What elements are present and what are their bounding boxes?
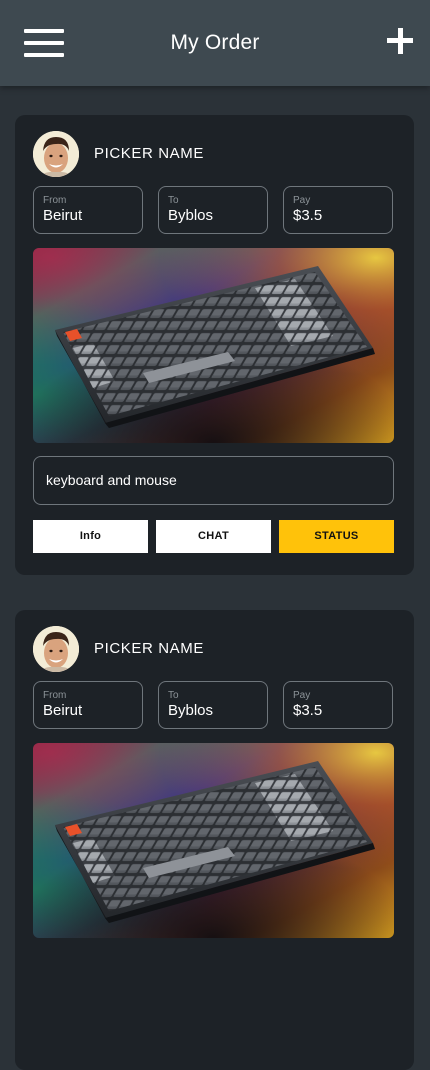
order-description-field[interactable]: keyboard and mouse <box>33 456 394 505</box>
picker-name: PICKER NAME <box>94 640 204 657</box>
from-field[interactable]: From Beirut <box>33 681 143 729</box>
chat-button[interactable]: CHAT <box>156 520 271 553</box>
from-label: From <box>43 690 67 701</box>
from-value: Beirut <box>43 207 83 224</box>
pay-label: Pay <box>293 195 311 206</box>
pay-value: $3.5 <box>293 207 323 224</box>
pay-field[interactable]: Pay $3.5 <box>283 186 393 234</box>
from-field[interactable]: From Beirut <box>33 186 143 234</box>
to-field[interactable]: To Byblos <box>158 186 268 234</box>
from-label: From <box>43 195 67 206</box>
to-field[interactable]: To Byblos <box>158 681 268 729</box>
picker-avatar <box>33 131 79 177</box>
status-button[interactable]: STATUS <box>279 520 394 553</box>
pay-field[interactable]: Pay $3.5 <box>283 681 393 729</box>
order-card: PICKER NAME From Beirut To Byblos Pay $3… <box>15 115 414 575</box>
order-card: PICKER NAME From Beirut To Byblos Pay $3… <box>15 610 414 1070</box>
to-label: To <box>168 690 179 701</box>
product-image <box>33 743 394 938</box>
pay-label: Pay <box>293 690 311 701</box>
info-button[interactable]: Info <box>33 520 148 553</box>
page-title: My Order <box>170 31 260 54</box>
to-value: Byblos <box>168 702 214 719</box>
plus-icon[interactable] <box>387 28 413 54</box>
picker-avatar <box>33 626 79 672</box>
from-value: Beirut <box>43 702 83 719</box>
picker-name: PICKER NAME <box>94 145 204 162</box>
to-value: Byblos <box>168 207 214 224</box>
to-label: To <box>168 195 179 206</box>
product-image <box>33 248 394 443</box>
pay-value: $3.5 <box>293 702 323 719</box>
top-app-bar: My Order <box>0 0 430 86</box>
